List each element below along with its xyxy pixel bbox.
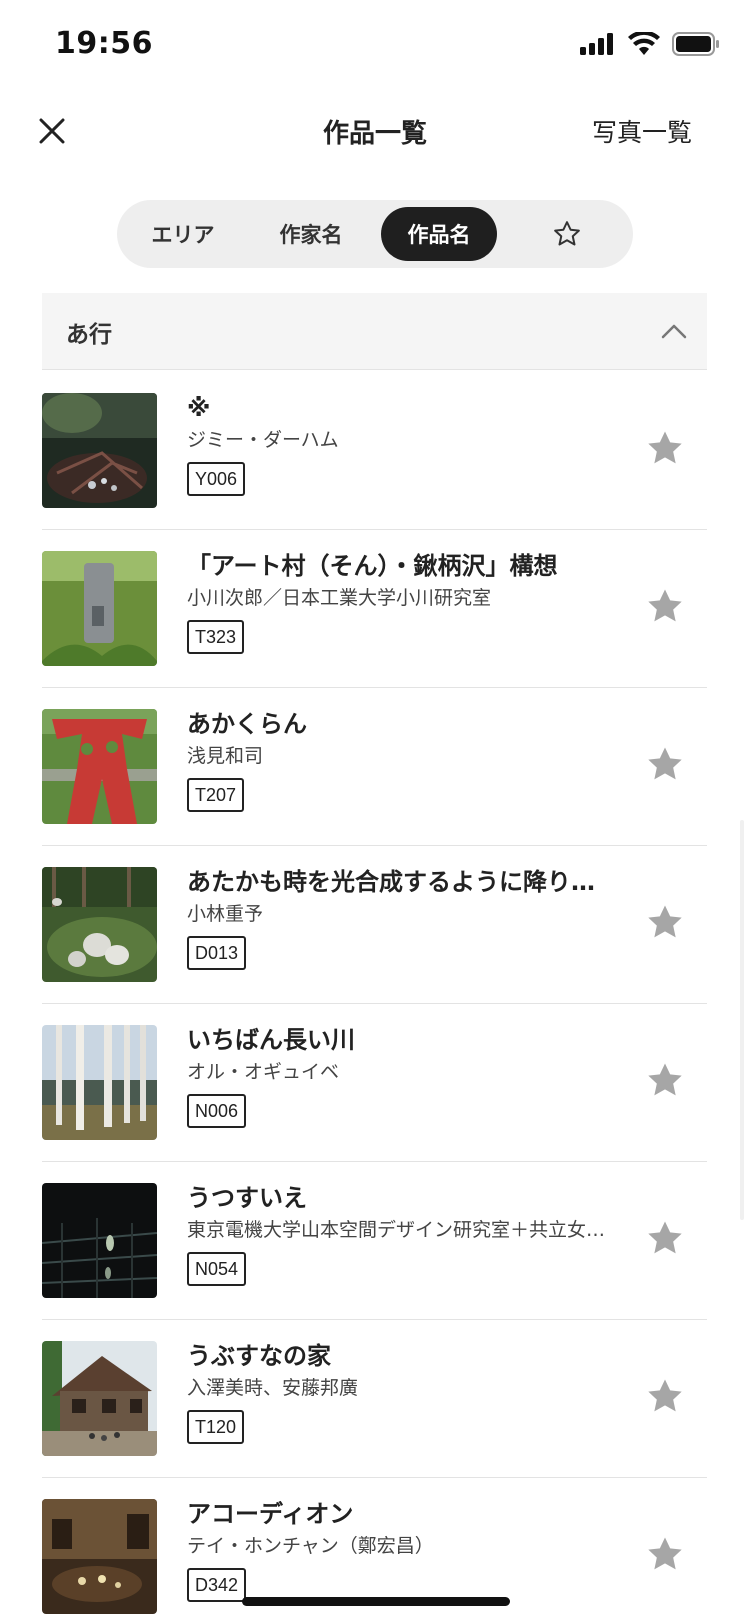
- tab-favorites[interactable]: [509, 207, 625, 261]
- artist-name: テイ・ホンチャン（鄭宏昌）: [187, 1535, 434, 1557]
- work-title: あたかも時を光合成するように降り…: [187, 868, 595, 896]
- tab-work-name[interactable]: 作品名: [381, 207, 497, 261]
- list-item[interactable]: うぶすなの家 入澤美時、安藤邦廣 T120: [42, 1320, 707, 1478]
- artist-name: 小川次郎／日本工業大学小川研究室: [187, 587, 492, 609]
- work-title: あかくらん: [187, 710, 307, 738]
- section-header[interactable]: あ行: [42, 293, 707, 370]
- list-item[interactable]: あたかも時を光合成するように降り… 小林重予 D013: [42, 846, 707, 1004]
- tab-artist-name[interactable]: 作家名: [253, 207, 369, 261]
- work-code-badge: T120: [187, 1410, 245, 1444]
- work-code-badge: T207: [187, 778, 245, 812]
- sort-tabs: エリア 作家名 作品名: [117, 200, 633, 268]
- artist-name: 入澤美時、安藤邦廣: [187, 1377, 359, 1399]
- tab-area[interactable]: エリア: [125, 207, 241, 261]
- scrollbar[interactable]: [740, 820, 744, 1220]
- work-title: 「アート村（そん）・鍬柄沢」構想: [187, 552, 558, 580]
- work-thumbnail: [42, 551, 157, 666]
- work-title: いちばん長い川: [187, 1026, 355, 1054]
- photo-list-button[interactable]: 写真一覧: [592, 113, 692, 149]
- artist-name: ジミー・ダーハム: [187, 429, 339, 451]
- work-thumbnail: [42, 867, 157, 982]
- artist-name: オル・オギュイベ: [187, 1061, 340, 1083]
- work-code-badge: D342: [187, 1568, 247, 1602]
- star-icon[interactable]: [645, 1377, 685, 1417]
- list-item[interactable]: ※ ジミー・ダーハム Y006: [42, 372, 707, 530]
- work-code-badge: Y006: [187, 462, 246, 496]
- status-time: 19:56: [55, 26, 153, 61]
- status-icons: [580, 32, 720, 56]
- star-icon[interactable]: [645, 1061, 685, 1101]
- section-title: あ行: [66, 322, 112, 348]
- work-code-badge: N054: [187, 1252, 247, 1286]
- cellular-signal-icon: [580, 33, 613, 55]
- work-title: うぶすなの家: [187, 1342, 331, 1370]
- work-title: アコーディオン: [187, 1500, 354, 1528]
- work-thumbnail: [42, 1025, 157, 1140]
- work-thumbnail: [42, 1341, 157, 1456]
- star-icon[interactable]: [645, 1535, 685, 1575]
- list-item[interactable]: あかくらん 浅見和司 T207: [42, 688, 707, 846]
- wifi-icon: [628, 32, 660, 55]
- work-code-badge: D013: [187, 936, 247, 970]
- work-code-badge: N006: [187, 1094, 247, 1128]
- home-indicator[interactable]: [242, 1597, 510, 1606]
- star-icon[interactable]: [645, 587, 685, 627]
- list-item[interactable]: 「アート村（そん）・鍬柄沢」構想 小川次郎／日本工業大学小川研究室 T323: [42, 530, 707, 688]
- list-item[interactable]: うつすいえ 東京電機大学山本空間デザイン研究室＋共立女… N054: [42, 1162, 707, 1320]
- artist-name: 小林重予: [187, 903, 264, 925]
- works-list: ※ ジミー・ダーハム Y006 「アート村（そん）・鍬柄沢」構想 小川次郎／日本…: [42, 372, 707, 1624]
- star-icon[interactable]: [645, 1219, 685, 1259]
- artist-name: 東京電機大学山本空間デザイン研究室＋共立女…: [187, 1219, 606, 1241]
- work-thumbnail: [42, 1499, 157, 1614]
- star-icon[interactable]: [645, 429, 685, 469]
- nav-bar: 作品一覧 写真一覧: [0, 95, 750, 170]
- status-bar: 19:56: [0, 0, 750, 90]
- work-code-badge: T323: [187, 620, 245, 654]
- work-title: ※: [187, 394, 211, 422]
- work-thumbnail: [42, 1183, 157, 1298]
- artist-name: 浅見和司: [187, 745, 264, 767]
- star-icon[interactable]: [645, 745, 685, 785]
- work-thumbnail: [42, 393, 157, 508]
- work-thumbnail: [42, 709, 157, 824]
- list-item[interactable]: いちばん長い川 オル・オギュイベ N006: [42, 1004, 707, 1162]
- work-title: うつすいえ: [187, 1184, 307, 1212]
- star-outline-icon: [554, 221, 580, 246]
- star-icon[interactable]: [645, 903, 685, 943]
- battery-icon: [672, 32, 719, 56]
- chevron-up-icon[interactable]: [659, 317, 689, 347]
